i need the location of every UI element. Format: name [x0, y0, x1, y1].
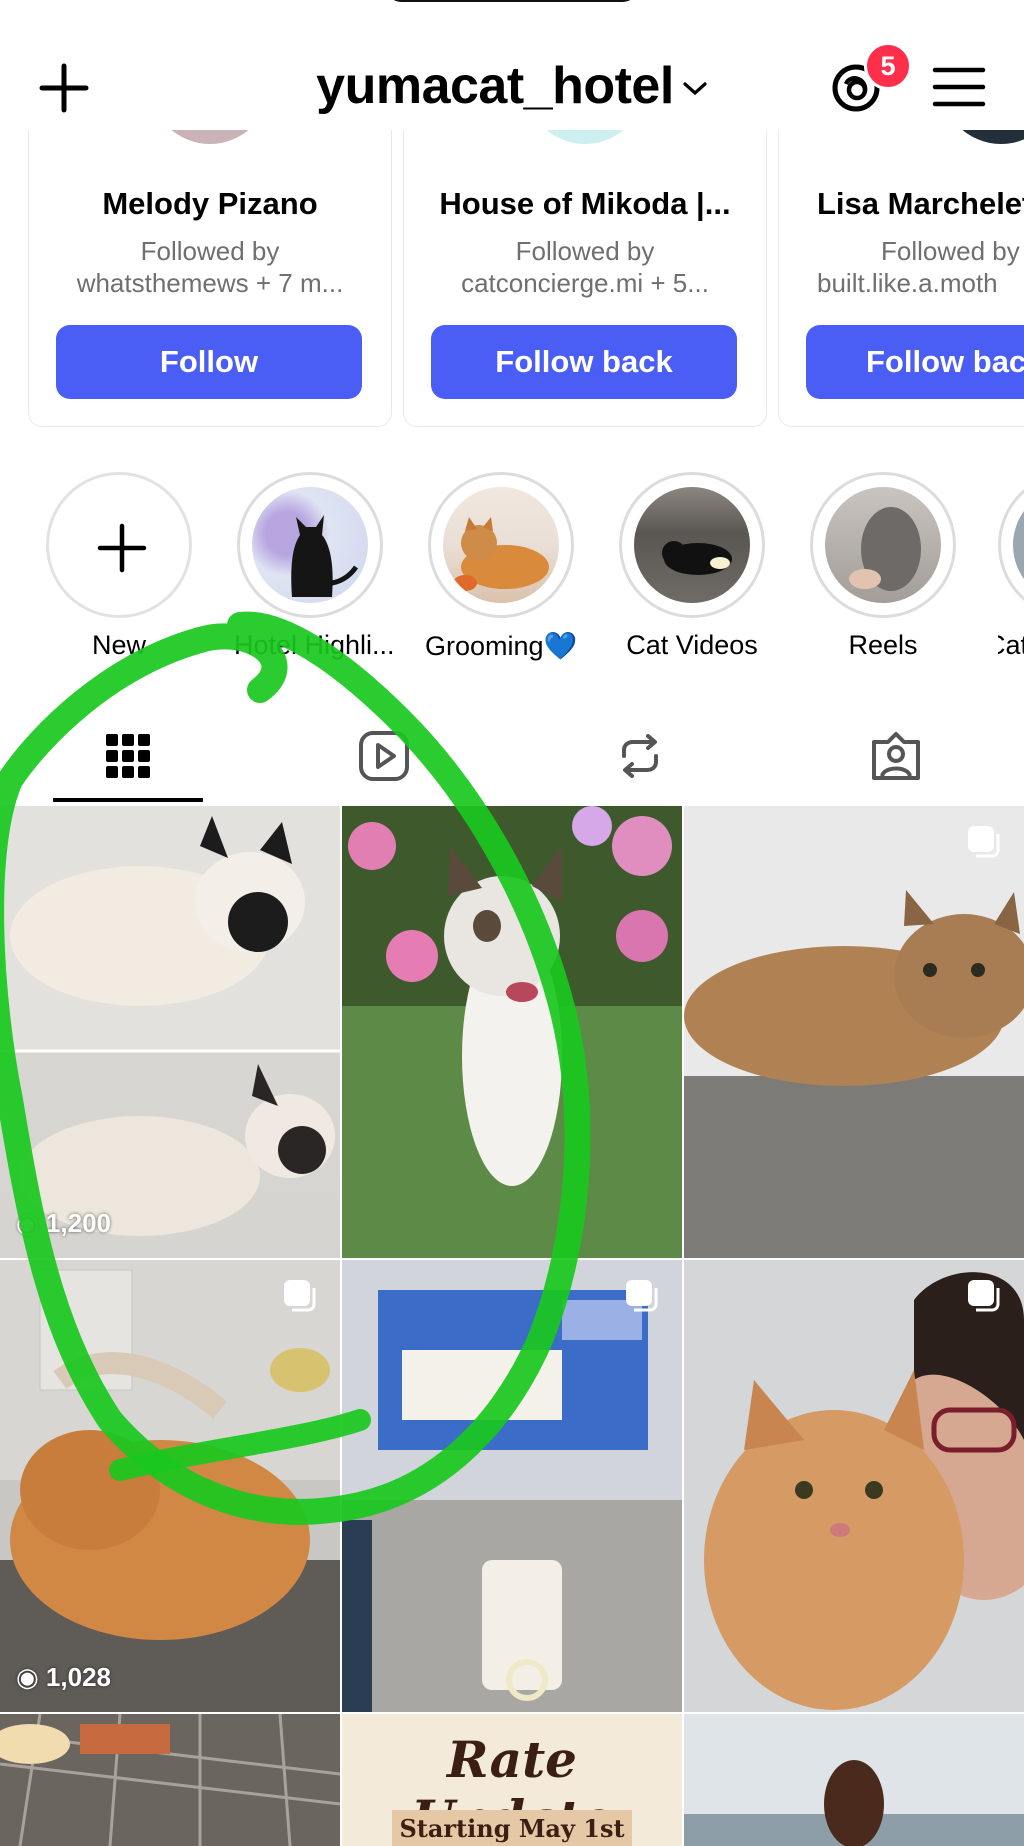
highlight-image [252, 487, 368, 603]
suggestion-name: Melody Pizano [102, 186, 318, 221]
highlight-ring [46, 472, 192, 618]
follow-button[interactable]: Follow [56, 325, 362, 399]
highlight-ring [237, 472, 383, 618]
post-thumbnail[interactable]: ◉ 1,200 [0, 806, 340, 1258]
avatar [941, 130, 1024, 144]
suggestion-name: House of Mikoda |... [439, 186, 731, 221]
reels-icon [359, 731, 409, 781]
tab-posts[interactable] [0, 716, 256, 802]
highlight-image [634, 487, 750, 603]
followed-by-label: Followed by [881, 236, 1020, 266]
post-thumbnail[interactable] [342, 1260, 682, 1712]
notification-badge: 5 [864, 42, 912, 90]
eye-icon: ◉ [16, 1208, 39, 1238]
suggestion-card[interactable]: Melody Pizano Followed by whatsthemews +… [28, 130, 392, 427]
tab-tagged[interactable] [768, 716, 1024, 802]
active-tab-indicator [53, 798, 203, 802]
post-thumbnail[interactable] [684, 1260, 1024, 1712]
highlight-label: Hotel Highli... [234, 630, 395, 660]
followed-by-label: Followed by [515, 236, 655, 266]
room-photo [0, 1714, 340, 1846]
eye-icon: ◉ [16, 1662, 39, 1692]
post-thumbnail[interactable]: ◉ 1,028 [0, 1260, 340, 1712]
suggestion-card[interactable]: House of Mikoda |... Followed by catconc… [403, 130, 767, 427]
username-title: yumacat_hotel [316, 57, 674, 115]
grid-icon [106, 734, 150, 778]
view-count: ◉ 1,028 [16, 1662, 111, 1693]
post-thumbnail[interactable] [684, 806, 1024, 1258]
followed-by-users: catconcierge.mi + 5... [461, 268, 709, 298]
post-thumbnail[interactable]: Rate Update Starting May 1st [342, 1714, 682, 1846]
multi-post-icon [968, 826, 1000, 858]
highlight-reels[interactable]: Reels [807, 472, 959, 661]
view-count-text: 1,200 [45, 1208, 111, 1238]
rate-update-subtitle: Starting May 1st [392, 1810, 632, 1846]
plus-icon [97, 523, 147, 573]
multi-post-icon [284, 1280, 316, 1312]
follow-back-button[interactable]: Follow back [431, 325, 737, 399]
post-thumbnail[interactable] [342, 806, 682, 1258]
multi-post-icon [626, 1280, 658, 1312]
followed-by-users: built.like.a.moth [817, 268, 998, 298]
device-notch [387, 0, 637, 2]
cat-photo [342, 806, 682, 1258]
post-thumbnail[interactable] [0, 1714, 340, 1846]
tab-reposts[interactable] [512, 716, 768, 802]
product-photo [342, 1260, 682, 1712]
highlight-label: Cat Videos [626, 630, 758, 660]
cat-photo [684, 1260, 1024, 1712]
chevron-down-icon [683, 82, 707, 96]
multi-post-icon [968, 1280, 1000, 1312]
highlight-cat-videos[interactable]: Cat Videos [616, 472, 768, 661]
suggestion-name: Lisa Marchelet [817, 186, 1024, 221]
highlight-image [1013, 487, 1024, 603]
highlight-label: New [91, 630, 146, 660]
follow-back-button[interactable]: Follow back [806, 325, 1024, 399]
avatar [150, 130, 270, 144]
profile-tabs [0, 716, 1024, 802]
highlight-label: Cat [998, 630, 1024, 660]
highlight-label: Grooming💙 [425, 631, 578, 661]
beach-photo [684, 1714, 1024, 1846]
highlight-ring [810, 472, 956, 618]
posts-grid: ◉ 1,200 ◉ 1,028 Rate Starting May 1st [0, 806, 1024, 1846]
followed-by-label: Followed by [140, 236, 280, 266]
post-thumbnail[interactable] [684, 1714, 1024, 1846]
profile-header: yumacat_hotel 5 [0, 40, 1024, 135]
cat-photo [0, 1260, 340, 1712]
highlight-ring [428, 472, 574, 618]
highlight-hotel[interactable]: Hotel Highli... [234, 472, 395, 661]
highlight-image [825, 487, 941, 603]
tab-reels[interactable] [256, 716, 512, 802]
view-count: ◉ 1,200 [16, 1208, 111, 1239]
tagged-icon [872, 732, 920, 780]
suggestion-card[interactable]: Lisa Marchelet Followed by built.like.a.… [778, 130, 1024, 427]
highlight-ring [998, 472, 1024, 618]
highlight-label: Reels [848, 630, 918, 660]
cat-photo [684, 890, 1024, 1258]
avatar [525, 130, 645, 144]
highlight-cat[interactable]: Cat [998, 472, 1024, 661]
highlight-new[interactable]: New [43, 472, 195, 661]
hamburger-menu-icon[interactable] [932, 66, 986, 108]
highlight-grooming[interactable]: Grooming💙 [425, 472, 577, 662]
cat-photo [0, 806, 340, 1236]
highlight-ring [619, 472, 765, 618]
followed-by-users: whatsthemews + 7 m... [76, 268, 344, 298]
highlight-image [443, 487, 559, 603]
reposts-icon [622, 734, 658, 778]
view-count-text: 1,028 [45, 1662, 111, 1692]
